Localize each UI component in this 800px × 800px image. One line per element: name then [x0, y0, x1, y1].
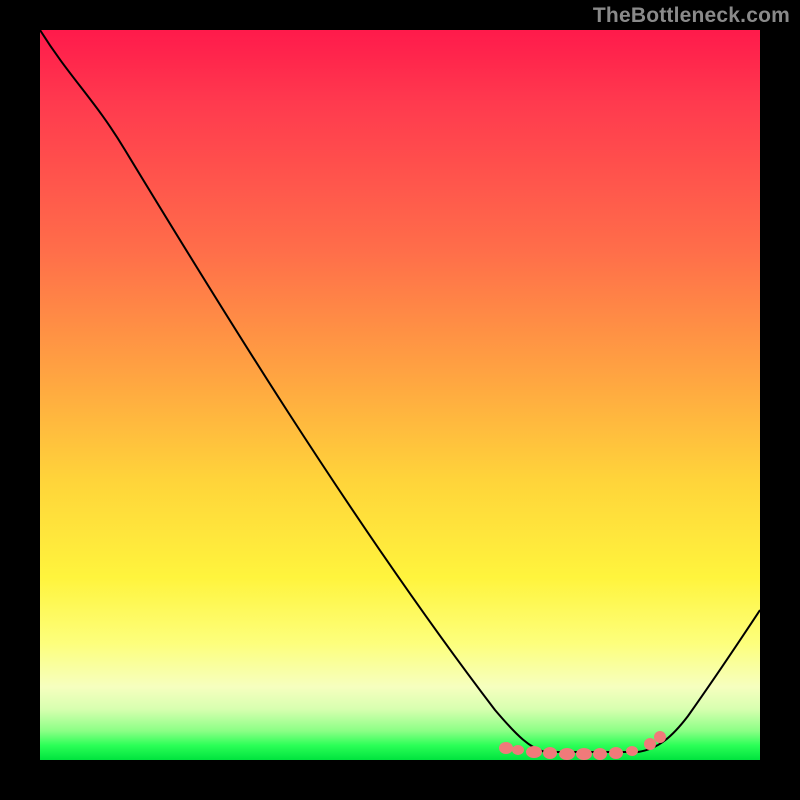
- valley-dot: [576, 748, 592, 760]
- watermark-text: TheBottleneck.com: [593, 4, 790, 28]
- valley-dot: [543, 747, 557, 759]
- valley-dot: [593, 748, 607, 760]
- valley-dot: [609, 747, 623, 759]
- valley-dot: [654, 731, 666, 743]
- valley-dot: [559, 748, 575, 760]
- valley-dot: [512, 745, 524, 755]
- curve-overlay: [40, 30, 760, 760]
- chart-frame: TheBottleneck.com: [0, 0, 800, 800]
- valley-dots: [499, 731, 666, 760]
- plot-area: [40, 30, 760, 760]
- valley-dot: [626, 746, 638, 756]
- valley-dot: [526, 746, 542, 758]
- bottleneck-curve: [40, 30, 760, 752]
- valley-dot: [499, 742, 513, 754]
- valley-dot: [644, 738, 656, 750]
